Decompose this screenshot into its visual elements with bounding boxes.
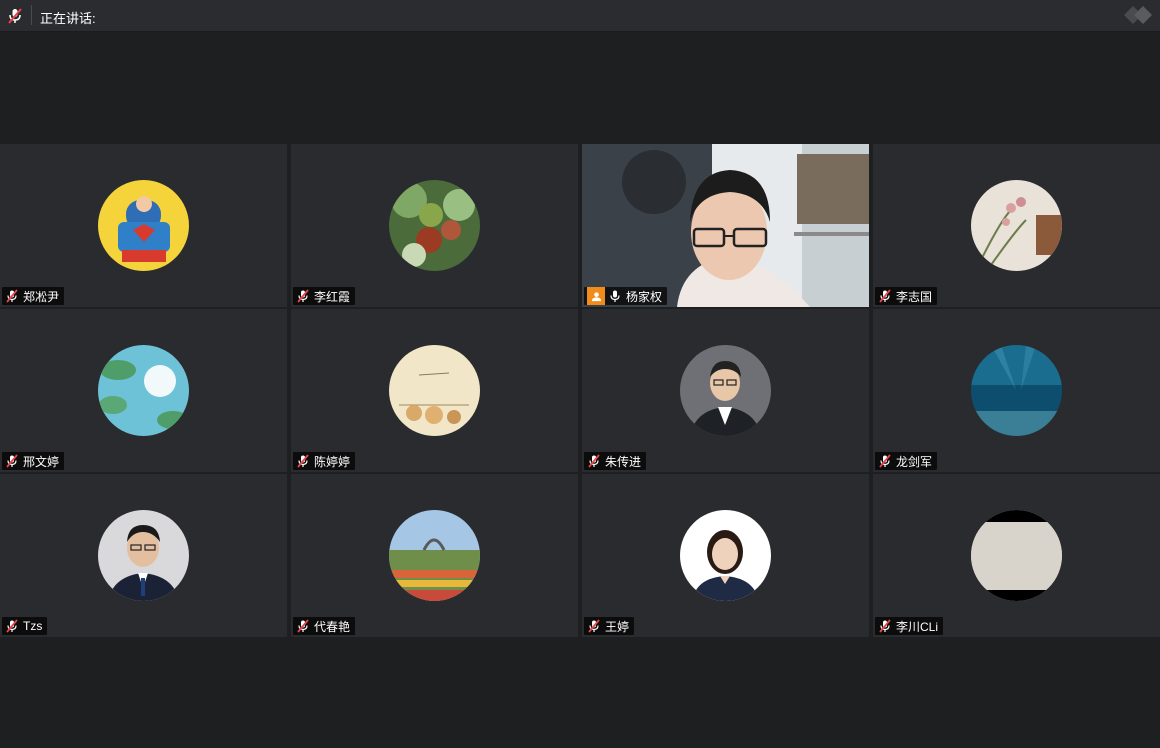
superman-avatar: [97, 179, 189, 271]
participant-name: 陈婷婷: [314, 454, 351, 469]
app-logo-icon: [1122, 4, 1154, 26]
participant-name-tag: 陈婷婷: [293, 452, 356, 470]
mic-muted-icon: [296, 619, 310, 633]
participant-tile[interactable]: 王婷: [582, 474, 869, 637]
participant-tile[interactable]: 李志国: [873, 144, 1160, 307]
speaking-label: 正在讲话:: [40, 11, 96, 26]
mic-muted-icon: [587, 454, 601, 468]
participant-tile[interactable]: 李红霞: [291, 144, 578, 307]
user-icon: [587, 287, 605, 305]
mic-icon: [608, 289, 622, 303]
mic-muted-icon: [878, 619, 892, 633]
participant-name-tag: Tzs: [2, 617, 48, 635]
participant-name: 朱传进: [605, 454, 642, 469]
mic-muted-icon: [5, 454, 19, 468]
cartoon-cats-avatar: [388, 344, 480, 436]
mic-muted-icon: [5, 289, 19, 303]
participant-name-tag: 李川CLi: [875, 617, 944, 635]
participant-name: 代春艳: [314, 619, 351, 634]
participant-video: [582, 144, 869, 307]
participant-name-tag: 邢文婷: [2, 452, 65, 470]
mic-muted-icon: [296, 454, 310, 468]
participant-name: 郑凇尹: [23, 289, 60, 304]
participant-name: 杨家权: [626, 289, 663, 304]
participant-tile[interactable]: 代春艳: [291, 474, 578, 637]
sky-leaves-avatar: [97, 344, 189, 436]
participant-name-tag: 龙剑军: [875, 452, 938, 470]
mic-muted-icon: [878, 454, 892, 468]
participant-name-tag: 代春艳: [293, 617, 356, 635]
participant-name: 龙剑军: [896, 454, 933, 469]
participant-tile[interactable]: 朱传进: [582, 309, 869, 472]
participant-name: 邢文婷: [23, 454, 60, 469]
participant-name-tag: 李红霞: [293, 287, 356, 305]
orchid-avatar: [970, 179, 1062, 271]
participant-tile[interactable]: 郑凇尹: [0, 144, 287, 307]
participant-name: 李川CLi: [896, 619, 939, 634]
underwater-avatar: [970, 344, 1062, 436]
participant-name-tag: 朱传进: [584, 452, 647, 470]
man-portrait-avatar: [679, 344, 771, 436]
divider: [31, 5, 32, 25]
blurred-avatar: [970, 509, 1062, 601]
participant-tile[interactable]: 龙剑军: [873, 309, 1160, 472]
woman-portrait-avatar: [679, 509, 771, 601]
mic-muted-icon[interactable]: [6, 7, 24, 25]
participant-name-tag: 李志国: [875, 287, 938, 305]
participant-name-tag: 郑凇尹: [2, 287, 65, 305]
participant-name: Tzs: [23, 619, 43, 633]
mic-muted-icon: [296, 289, 310, 303]
participant-name-tag: 杨家权: [584, 287, 668, 305]
participant-tile[interactable]: 杨家权: [582, 144, 869, 307]
fruit-avatar: [388, 179, 480, 271]
participant-tile[interactable]: 陈婷婷: [291, 309, 578, 472]
mic-muted-icon: [5, 619, 19, 633]
top-bar: 正在讲话:: [0, 0, 1160, 32]
participant-tile[interactable]: Tzs: [0, 474, 287, 637]
participant-name: 王婷: [605, 619, 630, 634]
mic-muted-icon: [587, 619, 601, 633]
mic-muted-icon: [878, 289, 892, 303]
participant-name: 李红霞: [314, 289, 351, 304]
participant-name-tag: 王婷: [584, 617, 635, 635]
participant-name: 李志国: [896, 289, 933, 304]
garden-avatar: [388, 509, 480, 601]
participant-tile[interactable]: 李川CLi: [873, 474, 1160, 637]
man-suit-avatar: [97, 509, 189, 601]
participant-tile[interactable]: 邢文婷: [0, 309, 287, 472]
